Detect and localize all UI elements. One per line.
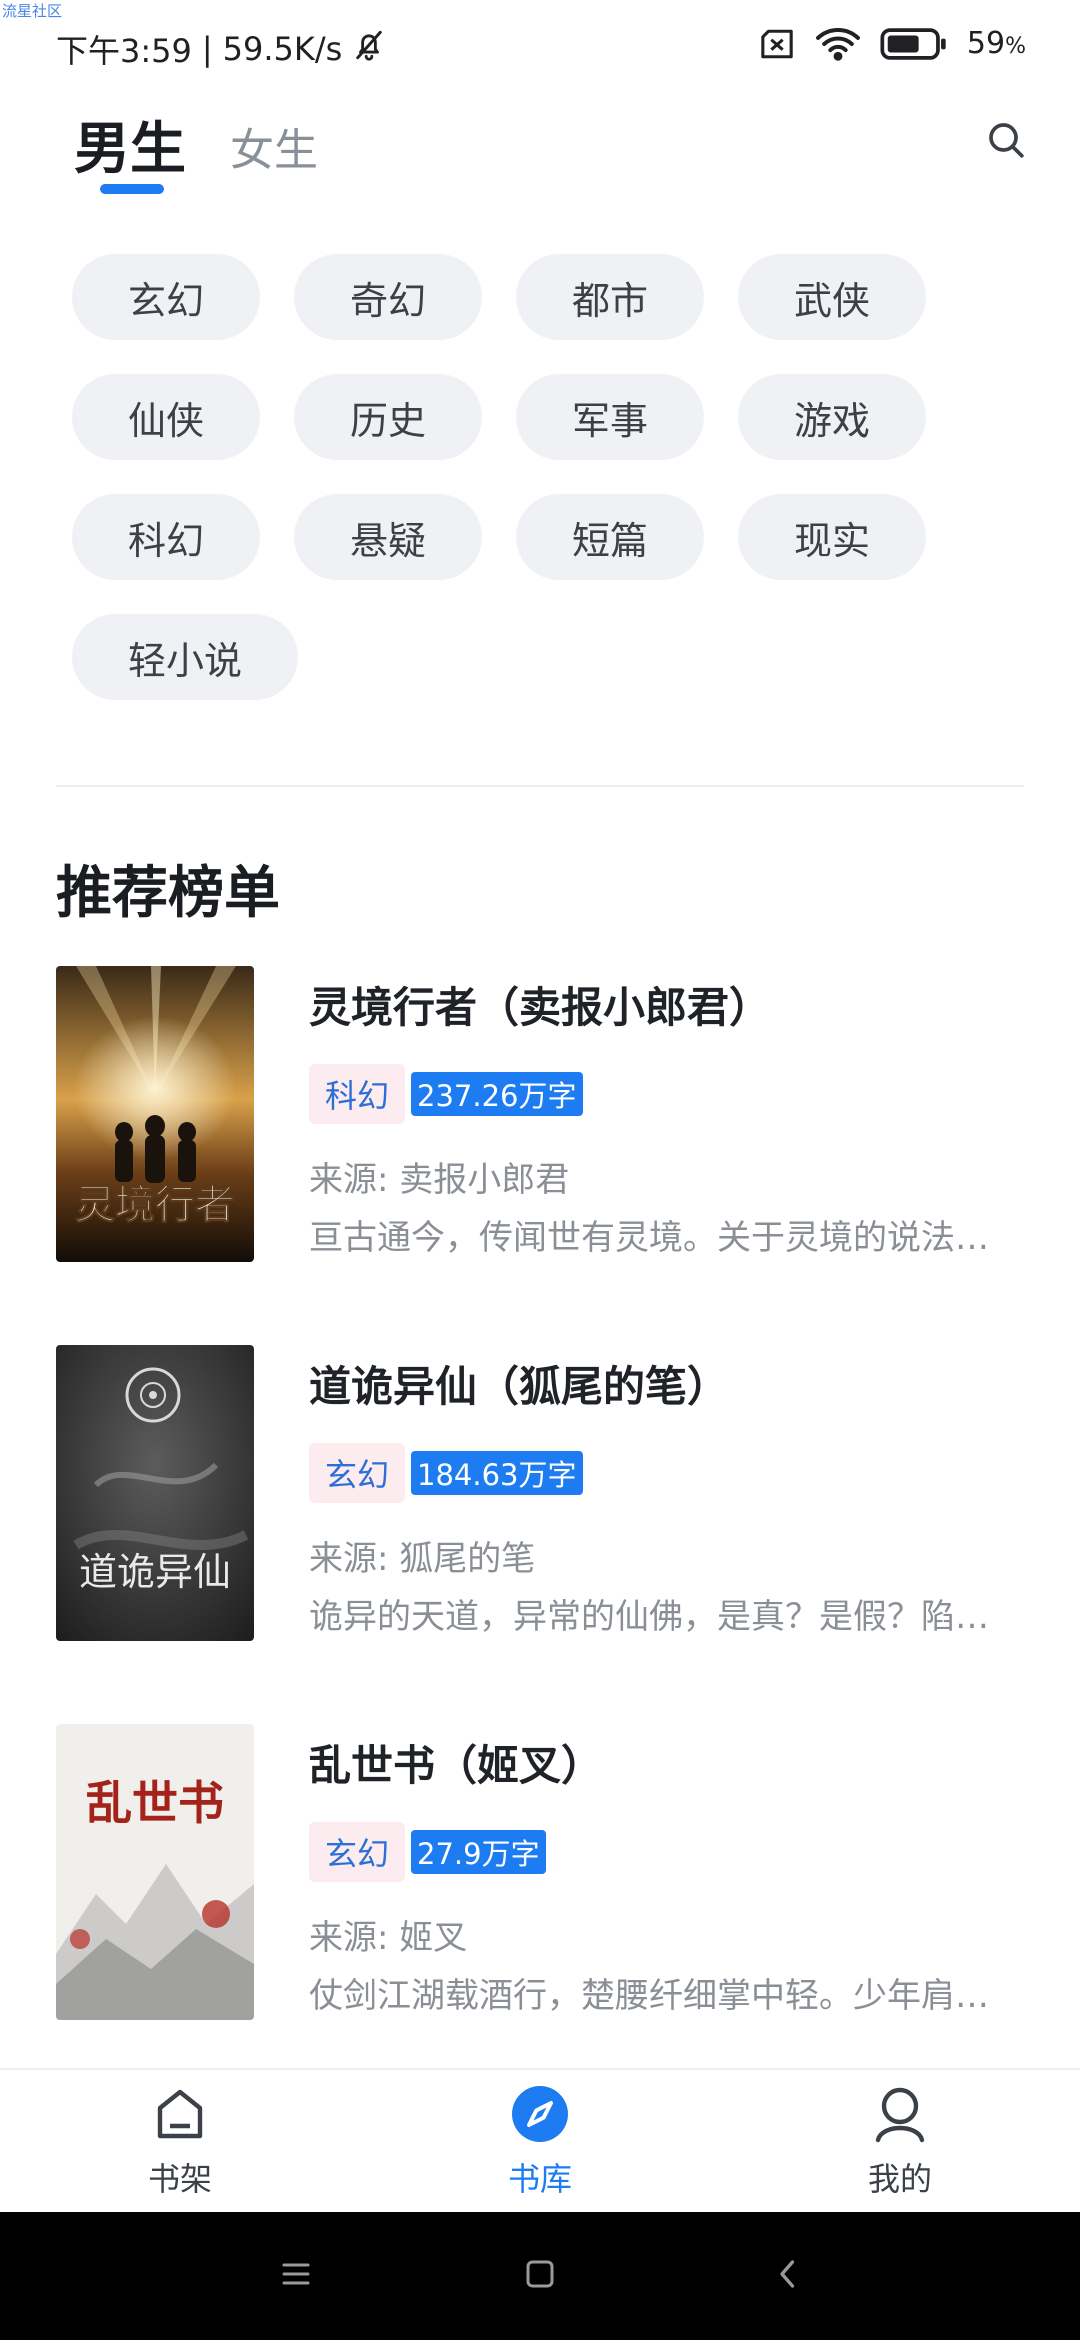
category-chips: 玄幻 奇幻 都市 武侠 仙侠 历史 军事 游戏 科幻 悬疑 短篇 现实 轻小说 xyxy=(72,254,1012,700)
book-cover[interactable]: 灵境行者 xyxy=(56,966,254,1262)
nav-bookshelf[interactable]: 书架 xyxy=(80,2084,280,2204)
book-item[interactable]: 灵境行者 灵境行者（卖报小郎君） 科幻 237.26万字 来源: 卖报小郎君 亘… xyxy=(56,966,1024,1262)
book-tags: 科幻 237.26万字 xyxy=(309,1064,583,1124)
tab-active-indicator xyxy=(100,184,164,194)
category-chip-duanpian[interactable]: 短篇 xyxy=(516,494,704,580)
gender-tabs: 男生 女生 xyxy=(74,100,1034,210)
category-chip-qihuan[interactable]: 奇幻 xyxy=(294,254,482,340)
book-source: 来源: 狐尾的笔 xyxy=(309,1539,536,1579)
category-chip-kehuan[interactable]: 科幻 xyxy=(72,494,260,580)
word-count-tag: 27.9万字 xyxy=(411,1830,546,1874)
battery-level: 59% xyxy=(966,26,1026,61)
bell-off-icon xyxy=(352,28,386,70)
book-cover[interactable]: 乱世书 xyxy=(56,1724,254,2020)
category-chip-xianxia[interactable]: 仙侠 xyxy=(72,374,260,460)
category-chip-wuxia[interactable]: 武侠 xyxy=(738,254,926,340)
back-icon xyxy=(770,2256,806,2296)
menu-button[interactable] xyxy=(272,2252,320,2300)
sim-off-icon xyxy=(757,27,797,61)
status-time: 下午3:59 xyxy=(56,32,192,70)
book-tags: 玄幻 184.63万字 xyxy=(309,1443,583,1503)
user-icon xyxy=(870,2084,930,2148)
nav-label: 书架 xyxy=(147,2160,212,2198)
back-button[interactable] xyxy=(764,2252,812,2300)
home-button[interactable] xyxy=(516,2252,564,2300)
tab-female[interactable]: 女生 xyxy=(230,114,318,178)
book-description: 诡异的天道，异常的仙佛，是真？是假？陷… xyxy=(309,1597,989,1637)
book-title[interactable]: 灵境行者（卖报小郎君） xyxy=(309,974,771,1035)
cover-title: 乱世书 xyxy=(86,1776,224,1830)
nav-library[interactable]: 书库 xyxy=(440,2084,640,2204)
category-chip-xianshi[interactable]: 现实 xyxy=(738,494,926,580)
book-description: 亘古通今，传闻世有灵境。关于灵境的说法… xyxy=(309,1218,989,1258)
section-divider xyxy=(56,785,1024,787)
menu-icon xyxy=(278,2256,314,2296)
book-item[interactable]: 乱世书 乱世书（姬叉） 玄幻 27.9万字 来源: 姬叉 仗剑江湖载酒行，楚腰纤… xyxy=(56,1724,1024,2020)
book-source: 来源: 姬叉 xyxy=(309,1918,468,1958)
book-item[interactable]: 道诡异仙 道诡异仙（狐尾的笔） 玄幻 184.63万字 来源: 狐尾的笔 诡异的… xyxy=(56,1345,1024,1641)
compass-icon xyxy=(510,2084,570,2148)
battery-icon xyxy=(879,27,949,61)
genre-tag: 科幻 xyxy=(309,1064,406,1124)
cover-title: 灵境行者 xyxy=(75,1181,235,1228)
word-count-tag: 237.26万字 xyxy=(411,1072,583,1116)
wifi-icon xyxy=(815,27,861,61)
system-nav-bar xyxy=(0,2212,1080,2340)
genre-tag: 玄幻 xyxy=(309,1822,406,1882)
cover-title: 道诡异仙 xyxy=(79,1550,231,1594)
word-count-tag: 184.63万字 xyxy=(411,1451,583,1495)
genre-tag: 玄幻 xyxy=(309,1443,406,1503)
status-left: 下午3:59 | 59.5K/s xyxy=(56,26,386,72)
bookshelf-icon xyxy=(150,2084,210,2148)
book-title[interactable]: 道诡异仙（狐尾的笔） xyxy=(309,1353,729,1414)
category-chip-xuanyi[interactable]: 悬疑 xyxy=(294,494,482,580)
search-icon xyxy=(986,120,1026,164)
section-title: 推荐榜单 xyxy=(56,861,280,926)
status-right: 59% xyxy=(757,26,1026,61)
book-source: 来源: 卖报小郎君 xyxy=(309,1160,570,1200)
nav-label: 我的 xyxy=(867,2160,932,2198)
category-chip-lishi[interactable]: 历史 xyxy=(294,374,482,460)
status-net-speed: 59.5K/s xyxy=(222,30,343,68)
tab-male[interactable]: 男生 xyxy=(74,104,186,185)
book-description: 仗剑江湖载酒行，楚腰纤细掌中轻。少年肩… xyxy=(309,1976,989,2016)
category-chip-dushi[interactable]: 都市 xyxy=(516,254,704,340)
status-separator: | xyxy=(201,30,213,68)
nav-label: 书库 xyxy=(507,2160,572,2198)
category-chip-junshi[interactable]: 军事 xyxy=(516,374,704,460)
book-tags: 玄幻 27.9万字 xyxy=(309,1822,546,1882)
search-button[interactable] xyxy=(978,114,1034,170)
book-title[interactable]: 乱世书（姬叉） xyxy=(309,1732,603,1793)
status-bar: 下午3:59 | 59.5K/s 59% xyxy=(0,0,1080,90)
category-chip-xuanhuan[interactable]: 玄幻 xyxy=(72,254,260,340)
category-chip-qingxiaoshuo[interactable]: 轻小说 xyxy=(72,614,298,700)
home-icon xyxy=(522,2256,558,2296)
bottom-nav: 书架 书库 我的 xyxy=(0,2068,1080,2210)
nav-mine[interactable]: 我的 xyxy=(800,2084,1000,2204)
category-chip-youxi[interactable]: 游戏 xyxy=(738,374,926,460)
book-cover[interactable]: 道诡异仙 xyxy=(56,1345,254,1641)
app-screen: 流星社区 下午3:59 | 59.5K/s 59% 男生 女生 玄幻 奇幻 都市… xyxy=(0,0,1080,2340)
